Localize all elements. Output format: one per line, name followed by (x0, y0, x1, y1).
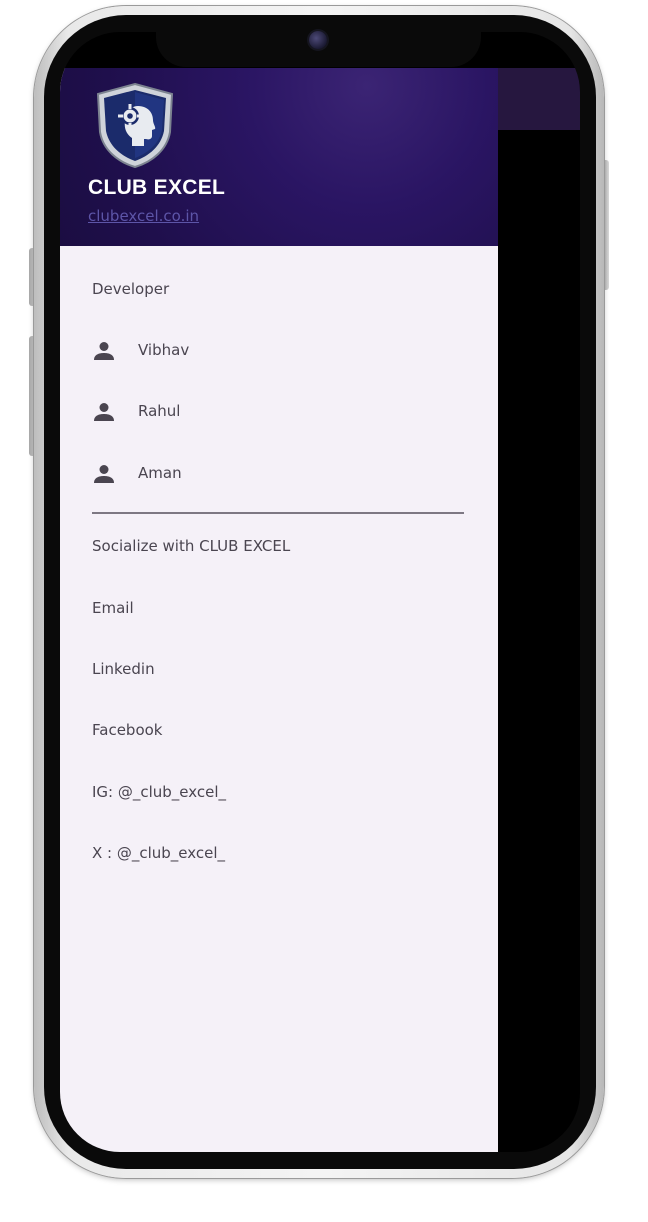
developer-item-rahul[interactable]: Rahul (92, 391, 472, 431)
social-item-facebook[interactable]: Facebook (92, 713, 472, 749)
person-icon (94, 342, 114, 360)
developer-name: Rahul (138, 402, 181, 420)
website-link[interactable]: clubexcel.co.in (88, 207, 199, 225)
front-camera (309, 31, 327, 49)
developer-item-aman[interactable]: Aman (92, 453, 472, 493)
phone-screen: CLUB EXCEL clubexcel.co.in Developer Vib… (60, 32, 580, 1152)
app-bar-behind-scrim (498, 68, 580, 130)
drawer-header: CLUB EXCEL clubexcel.co.in (60, 68, 498, 246)
club-logo-icon (96, 82, 174, 168)
social-item-label: IG: @_club_excel_ (92, 783, 227, 801)
developer-name: Vibhav (138, 341, 190, 359)
app-title: CLUB EXCEL (88, 176, 226, 199)
social-item-x[interactable]: X : @_club_excel_ (92, 836, 472, 872)
device-mockup: CLUB EXCEL clubexcel.co.in Developer Vib… (0, 0, 648, 1222)
social-item-label: Linkedin (92, 660, 155, 678)
developer-section-label: Developer (92, 280, 170, 298)
social-item-instagram[interactable]: IG: @_club_excel_ (92, 775, 472, 811)
person-icon (94, 465, 114, 483)
social-section-label: Socialize with CLUB EXCEL (92, 537, 291, 555)
social-item-label: X : @_club_excel_ (92, 844, 226, 862)
social-item-label: Email (92, 599, 134, 617)
developer-name: Aman (138, 464, 182, 482)
social-item-label: Facebook (92, 721, 163, 739)
person-icon (94, 403, 114, 421)
navigation-drawer: CLUB EXCEL clubexcel.co.in Developer Vib… (60, 68, 498, 1152)
section-divider (92, 512, 464, 514)
social-item-email[interactable]: Email (92, 591, 472, 627)
social-item-linkedin[interactable]: Linkedin (92, 652, 472, 688)
developer-item-vibhav[interactable]: Vibhav (92, 330, 472, 370)
